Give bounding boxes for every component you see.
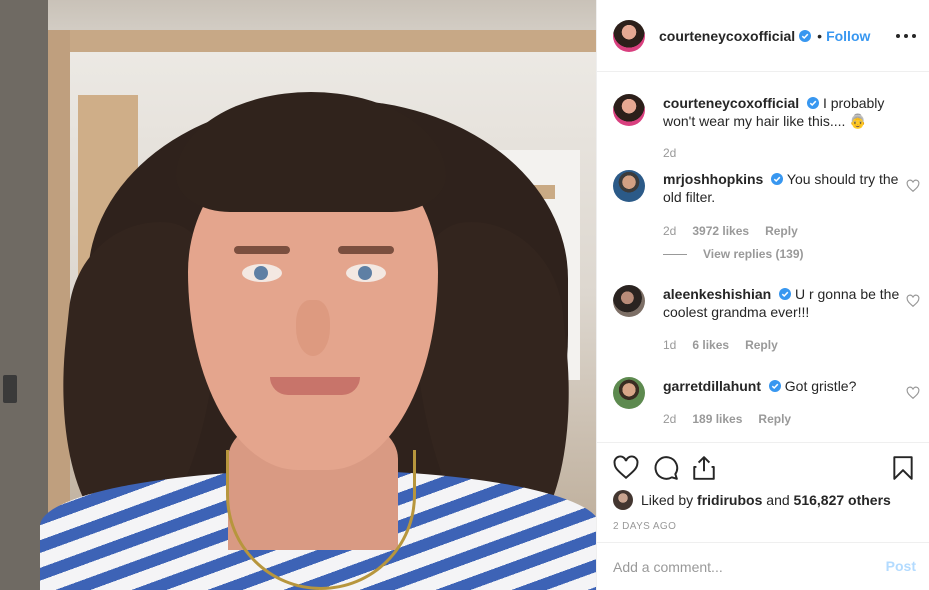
likes-prefix: Liked by xyxy=(641,492,694,508)
add-comment-bar: Post xyxy=(597,542,929,590)
action-icons xyxy=(613,455,918,483)
reply-button[interactable]: Reply xyxy=(745,338,778,352)
comment-text: Got gristle? xyxy=(784,378,857,394)
view-replies-label: View replies (139) xyxy=(703,247,804,261)
comment-meta: 2d 189 likes Reply xyxy=(663,412,791,426)
liker-avatar[interactable] xyxy=(613,490,633,510)
photo-brow-right xyxy=(338,246,394,254)
comment-username[interactable]: mrjoshhopkins xyxy=(663,171,763,187)
verified-icon xyxy=(771,173,784,185)
bookmark-icon[interactable] xyxy=(890,455,916,481)
owner-avatar[interactable] xyxy=(613,19,645,52)
comment-avatar[interactable] xyxy=(613,285,645,317)
view-replies-line xyxy=(663,253,687,255)
comment-time[interactable]: 2d xyxy=(663,224,676,238)
photo-eye-left xyxy=(242,264,282,282)
post-date[interactable]: 2 DAYS AGO xyxy=(613,521,676,532)
post-header: courteneycoxofficial • Follow xyxy=(597,0,929,72)
comment-input[interactable] xyxy=(613,557,863,577)
view-replies-button[interactable]: View replies (139) xyxy=(663,247,804,261)
comments-list[interactable]: courteneycoxofficial I probably won't we… xyxy=(597,72,929,442)
heart-icon[interactable] xyxy=(613,455,639,481)
photo-bg-light-switch xyxy=(3,375,17,403)
comment-likes[interactable]: 6 likes xyxy=(692,338,729,352)
photo-brow-left xyxy=(234,246,290,254)
caption-time[interactable]: 2d xyxy=(663,146,676,160)
comment-like-heart-icon[interactable] xyxy=(906,386,920,400)
comment-avatar[interactable] xyxy=(613,170,645,202)
follow-button[interactable]: Follow xyxy=(826,28,870,44)
header-separator: • xyxy=(817,27,823,44)
comment-username[interactable]: garretdillahunt xyxy=(663,378,761,394)
photo-bg-wall xyxy=(0,0,48,590)
post-photo[interactable] xyxy=(0,0,596,590)
share-icon[interactable] xyxy=(691,455,717,481)
comment-body: garretdillahunt Got gristle? xyxy=(663,377,903,409)
post-sidebar: courteneycoxofficial • Follow courteneyc… xyxy=(596,0,929,590)
photo-smile xyxy=(270,377,360,395)
comment-username[interactable]: aleenkeshishian xyxy=(663,286,771,302)
post-actions: Liked by fridirubos and 516,827 others 2… xyxy=(597,442,929,532)
photo-nose xyxy=(296,300,330,356)
photo-eye-right xyxy=(346,264,386,282)
comment-meta: 2d 3972 likes Reply xyxy=(663,224,798,238)
caption-username[interactable]: courteneycoxofficial xyxy=(663,95,799,111)
owner-username[interactable]: courteneycoxofficial xyxy=(659,28,795,44)
comment-item: mrjoshhopkins You should try the old fil… xyxy=(613,170,918,206)
reply-button[interactable]: Reply xyxy=(765,224,798,238)
comment-time[interactable]: 2d xyxy=(663,412,676,426)
likes-summary: Liked by fridirubos and 516,827 others xyxy=(613,490,891,510)
comment-item: aleenkeshishian U r gonna be the coolest… xyxy=(613,285,918,321)
verified-icon xyxy=(768,380,781,392)
comment-item: garretdillahunt Got gristle? xyxy=(613,377,918,409)
likes-text: Liked by fridirubos and 516,827 others xyxy=(641,492,891,508)
reply-button[interactable]: Reply xyxy=(758,412,791,426)
more-options-icon[interactable] xyxy=(896,26,916,46)
caption-avatar[interactable] xyxy=(613,94,645,126)
verified-icon xyxy=(779,288,792,300)
instagram-post: courteneycoxofficial • Follow courteneyc… xyxy=(0,0,929,590)
comment-likes[interactable]: 3972 likes xyxy=(692,224,749,238)
liker-username[interactable]: fridirubos xyxy=(697,492,762,508)
caption-body: courteneycoxofficial I probably won't we… xyxy=(663,94,903,130)
caption: courteneycoxofficial I probably won't we… xyxy=(613,94,918,130)
likes-count[interactable]: 516,827 others xyxy=(794,492,891,508)
comment-meta: 1d 6 likes Reply xyxy=(663,338,778,352)
post-comment-button[interactable]: Post xyxy=(886,558,916,574)
comment-icon[interactable] xyxy=(653,455,679,481)
verified-icon xyxy=(807,97,820,109)
photo-bg-doorframe-top xyxy=(48,30,596,52)
comment-body: aleenkeshishian U r gonna be the coolest… xyxy=(663,285,903,321)
verified-icon xyxy=(799,29,812,42)
comment-like-heart-icon[interactable] xyxy=(906,179,920,193)
comment-avatar[interactable] xyxy=(613,377,645,409)
likes-and: and xyxy=(766,492,790,508)
comment-body: mrjoshhopkins You should try the old fil… xyxy=(663,170,903,206)
comment-time[interactable]: 1d xyxy=(663,338,676,352)
comment-likes[interactable]: 189 likes xyxy=(692,412,742,426)
caption-meta: 2d xyxy=(663,146,676,160)
comment-like-heart-icon[interactable] xyxy=(906,294,920,308)
